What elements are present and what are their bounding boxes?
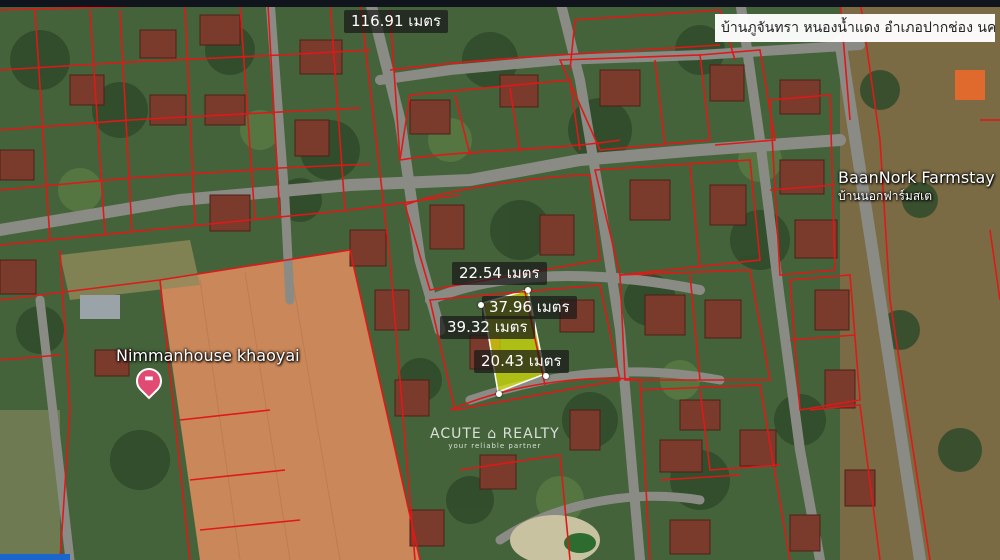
place-label-farmstay[interactable]: BaanNork Farmstay บ้านนอกฟาร์มสเต: [838, 168, 995, 206]
vertex-marker-south[interactable]: [496, 391, 502, 397]
location-search-box[interactable]: บ้านภูจันทรา หนองน้ำแดง อำเภอปากช่อง นคร…: [715, 14, 995, 42]
watermark-brand-left: ACUTE: [430, 426, 482, 442]
bottom-edge-tab: [0, 554, 70, 560]
bed-glyph-icon: ▬: [144, 373, 154, 384]
vertex-marker-west[interactable]: [478, 302, 484, 308]
measurement-label-top: 116.91 เมตร: [344, 10, 449, 33]
grey-roof: [80, 295, 120, 319]
measurement-label-north: 22.54 เมตร: [452, 262, 547, 285]
watermark-tagline: your reliable partner: [448, 442, 542, 450]
farmstay-name: BaanNork Farmstay: [838, 168, 995, 187]
orange-roof: [955, 70, 985, 100]
vertex-marker-north[interactable]: [525, 287, 531, 293]
measurement-label-west: 39.32 เมตร: [440, 316, 535, 339]
measurement-label-south: 20.43 เมตร: [474, 350, 569, 373]
farmstay-thai-name: บ้านนอกฟาร์มสเต: [838, 189, 933, 203]
brand-watermark: ACUTE ⌂ REALTY your reliable partner: [430, 426, 560, 450]
vertex-marker-east[interactable]: [543, 373, 549, 379]
house-logo-icon: ⌂: [487, 426, 498, 442]
place-label-hotel[interactable]: Nimmanhouse khaoyai: [116, 346, 300, 365]
watermark-brand-right: REALTY: [502, 426, 560, 442]
top-frame-strip: [0, 0, 1000, 7]
